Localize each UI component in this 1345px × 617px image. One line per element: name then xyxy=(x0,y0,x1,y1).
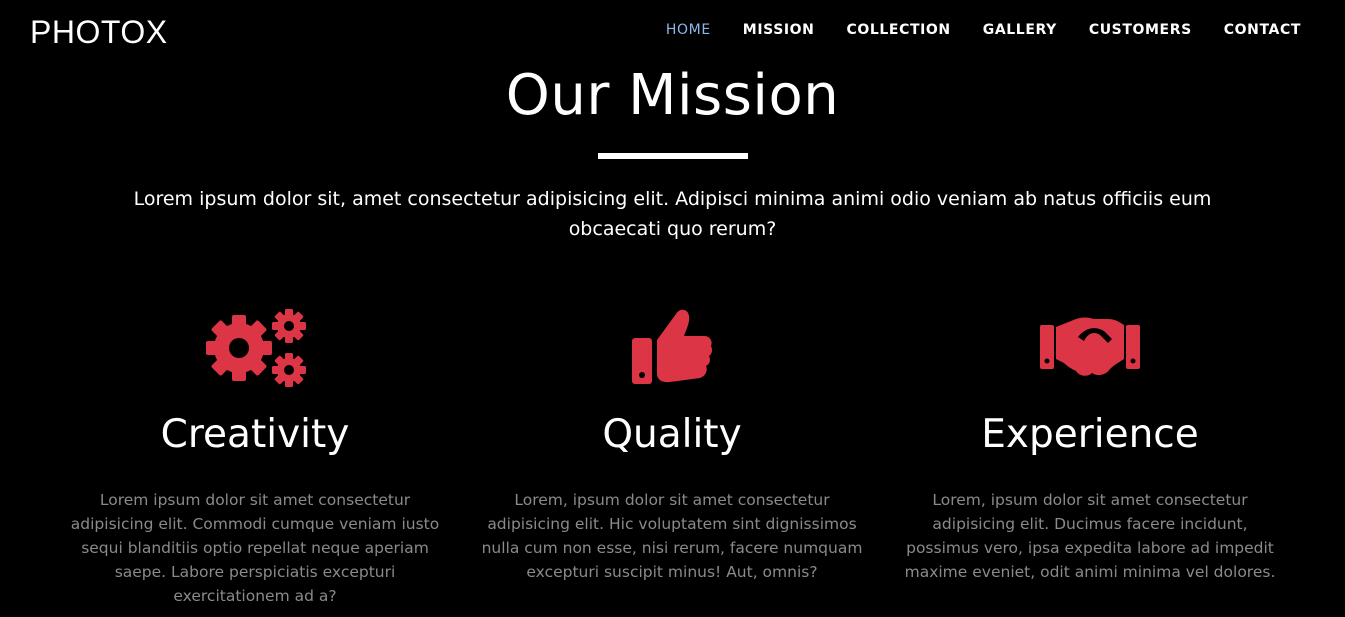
feature-title-creativity: Creativity xyxy=(160,412,350,457)
feature-text-experience: Lorem, ipsum dolor sit amet consectetur … xyxy=(904,491,1276,581)
main-nav: HOME MISSION COLLECTION GALLERY CUSTOMER… xyxy=(666,20,1301,40)
feature-text-quality: Lorem, ipsum dolor sit amet consectetur … xyxy=(481,491,863,581)
feature-text-creativity: Lorem ipsum dolor sit amet consectetur a… xyxy=(70,491,440,605)
nav-home-link[interactable]: HOME xyxy=(666,20,711,40)
brand-logo[interactable]: PHOTOX xyxy=(30,14,168,50)
page: PHOTOX HOME MISSION COLLECTION GALLERY C… xyxy=(0,0,1345,617)
nav-customers-link[interactable]: CUSTOMERS xyxy=(1089,20,1192,40)
title-divider xyxy=(598,153,748,159)
nav-collection-link[interactable]: COLLECTION xyxy=(847,20,951,40)
nav-contact-link[interactable]: CONTACT xyxy=(1224,20,1301,40)
feature-experience: Experience Lorem, ipsum dolor sit amet c… xyxy=(890,300,1290,584)
feature-creativity: Creativity Lorem ipsum dolor sit amet co… xyxy=(55,300,455,608)
nav-mission-link[interactable]: MISSION xyxy=(743,20,815,40)
page-title: Our Mission xyxy=(505,63,840,128)
feature-title-quality: Quality xyxy=(602,412,742,457)
feature-title-experience: Experience xyxy=(981,412,1199,457)
handshake-icon xyxy=(1040,317,1140,376)
nav-gallery-link[interactable]: GALLERY xyxy=(983,20,1057,40)
cogs-icon xyxy=(206,309,306,387)
mission-lead-text: Lorem ipsum dolor sit, amet consectetur … xyxy=(133,188,1212,240)
thumbs-up-icon xyxy=(632,309,713,384)
feature-quality: Quality Lorem, ipsum dolor sit amet cons… xyxy=(472,300,872,584)
